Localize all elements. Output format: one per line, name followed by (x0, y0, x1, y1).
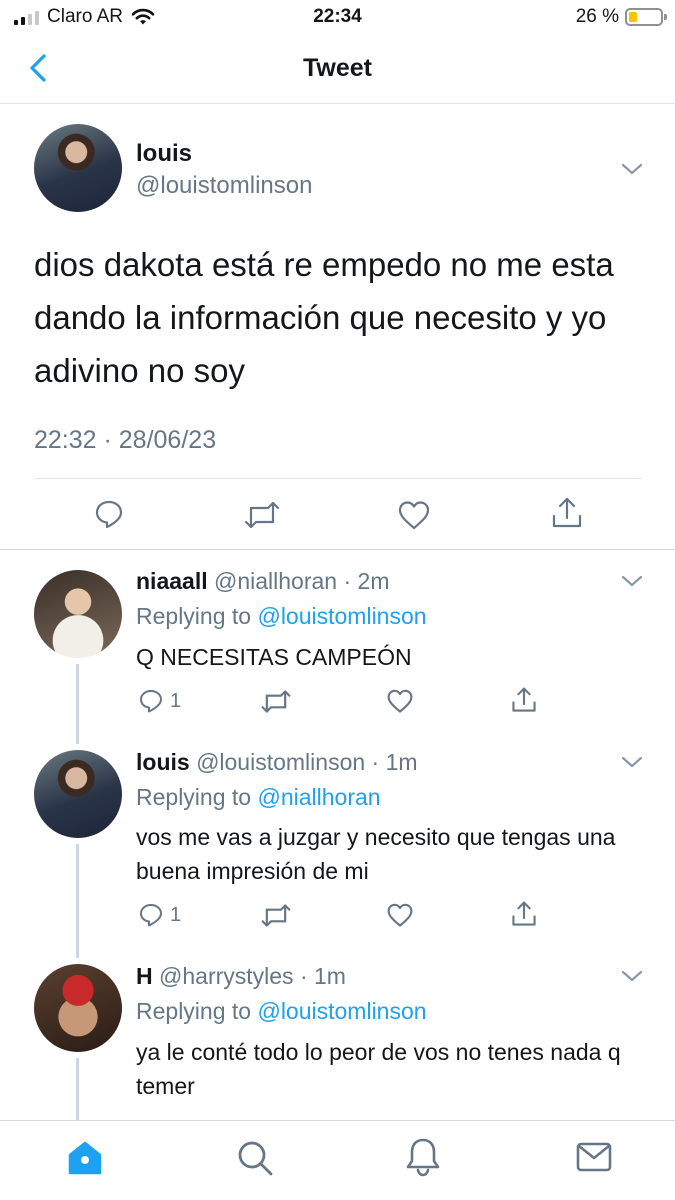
notifications-icon[interactable] (405, 1137, 441, 1177)
reply-icon[interactable] (138, 902, 164, 928)
share-icon[interactable] (511, 900, 537, 928)
reply-avatar-niall[interactable] (34, 570, 122, 658)
reply-avatar-harry[interactable] (34, 964, 122, 1052)
reply-handle[interactable]: @harrystyles (159, 963, 294, 989)
search-icon[interactable] (236, 1139, 274, 1177)
status-time: 22:34 (313, 6, 362, 27)
retweet-icon[interactable] (261, 903, 291, 928)
reply-name[interactable]: H (136, 963, 153, 989)
reply-time: · 1m (299, 963, 346, 989)
reply-time: · 1m (371, 749, 418, 775)
page-title: Tweet (303, 54, 372, 82)
reply-count: 1 (170, 904, 182, 926)
reply-icon[interactable] (93, 498, 125, 530)
reply-handle[interactable]: @louistomlinson (196, 749, 365, 775)
like-heart-icon[interactable] (386, 688, 414, 714)
reply-header[interactable]: niaaall @niallhoran · 2m (136, 568, 389, 595)
chevron-down-icon[interactable] (621, 755, 643, 769)
chevron-down-icon[interactable] (621, 574, 643, 588)
retweet-icon[interactable] (244, 500, 280, 530)
reply-text: ya le conté todo lo peor de vos no tenes… (136, 1039, 621, 1099)
divider (34, 478, 642, 479)
home-icon[interactable] (66, 1140, 104, 1176)
replying-to-prefix: Replying to (136, 998, 252, 1024)
main-tweet-text: dios dakota está re empedo no me esta da… (34, 246, 614, 389)
replying-to-link[interactable]: @louistomlinson (257, 998, 426, 1024)
reply-time: · 2m (343, 568, 390, 594)
main-tweet-timestamp: 22:32 · 28/06/23 (34, 426, 217, 454)
chevron-down-icon[interactable] (621, 162, 643, 176)
replying-to-prefix: Replying to (136, 784, 252, 810)
nav-bar: Tweet (0, 36, 675, 104)
messages-icon[interactable] (576, 1142, 612, 1172)
like-heart-icon[interactable] (397, 499, 431, 531)
share-icon[interactable] (551, 496, 583, 530)
reply-text: vos me vas a juzgar y necesito que tenga… (136, 824, 616, 884)
replying-to: Replying to @louistomlinson (136, 998, 427, 1025)
reply-avatar-louis[interactable] (34, 750, 122, 838)
reply-name[interactable]: louis (136, 749, 190, 775)
main-tweet-handle[interactable]: @louistomlinson (136, 172, 312, 200)
chevron-down-icon[interactable] (621, 969, 643, 983)
like-heart-icon[interactable] (386, 902, 414, 928)
thread-line (76, 1058, 79, 1120)
status-bar-right: 26 % (575, 6, 667, 28)
main-tweet-actions (0, 496, 675, 536)
replying-to-link[interactable]: @niallhoran (257, 784, 380, 810)
thread-line (76, 844, 79, 958)
reply-count: 1 (170, 690, 182, 712)
replying-to-prefix: Replying to (136, 603, 252, 629)
replying-to-link[interactable]: @louistomlinson (257, 603, 426, 629)
battery-fill (629, 12, 637, 22)
reply-handle[interactable]: @niallhoran (214, 568, 337, 594)
thread-line (76, 664, 79, 744)
status-bar: Claro AR 22:34 26 % (0, 0, 675, 36)
reply-header[interactable]: louis @louistomlinson · 1m (136, 749, 418, 776)
replying-to: Replying to @louistomlinson (136, 603, 427, 630)
battery-percent: 26 % (575, 6, 619, 27)
reply-name[interactable]: niaaall (136, 568, 208, 594)
main-tweet-name[interactable]: louis (136, 140, 192, 168)
divider (0, 549, 675, 550)
tab-bar (0, 1120, 675, 1200)
reply-icon[interactable] (138, 688, 164, 714)
battery-icon (625, 8, 667, 26)
replying-to: Replying to @niallhoran (136, 784, 381, 811)
reply-text: Q NECESITAS CAMPEÓN (136, 644, 412, 670)
main-tweet-avatar[interactable] (34, 124, 122, 212)
reply-header[interactable]: H @harrystyles · 1m (136, 963, 346, 990)
retweet-icon[interactable] (261, 689, 291, 714)
share-icon[interactable] (511, 686, 537, 714)
